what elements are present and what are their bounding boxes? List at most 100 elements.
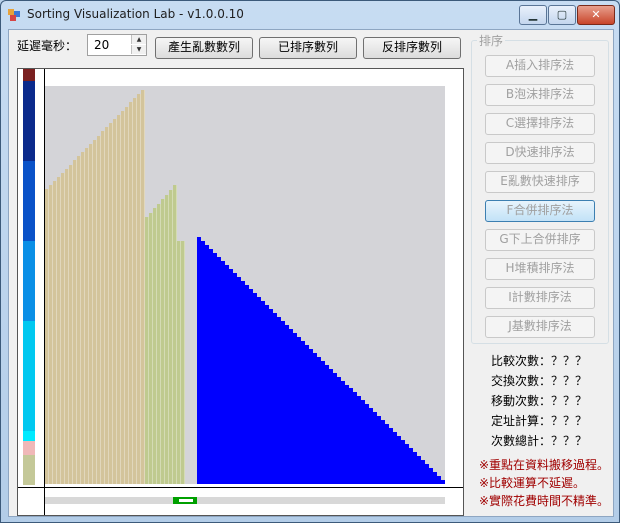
bar-separator (92, 144, 93, 484)
bar-separator (80, 156, 81, 484)
bar (261, 301, 265, 484)
bar (425, 464, 429, 484)
sort-button-2[interactable]: B泡沫排序法 (485, 84, 595, 106)
bar-separator (180, 241, 181, 484)
bar (433, 472, 437, 484)
bar (329, 369, 333, 484)
bar (265, 305, 269, 484)
bar-separator (140, 94, 141, 484)
sort-button-1[interactable]: A插入排序法 (485, 55, 595, 77)
sort-button-3[interactable]: C選擇排序法 (485, 113, 595, 135)
minimize-button[interactable]: ▁ (519, 5, 547, 25)
bar-separator (76, 160, 77, 484)
title-bar: Sorting Visualization Lab - v1.0.0.10 ▁ … (1, 1, 619, 29)
bar (213, 253, 217, 484)
sort-button-7[interactable]: G下上合併排序 (485, 229, 595, 251)
reversed-array-button[interactable]: 反排序數列 (363, 37, 461, 59)
sort-button-9[interactable]: I計數排序法 (485, 287, 595, 309)
bar (229, 269, 233, 484)
stat-swaps: 交換次數：？？？ (491, 374, 588, 388)
spin-down-icon[interactable]: ▼ (131, 45, 146, 54)
window-title: Sorting Visualization Lab - v1.0.0.10 (27, 7, 244, 21)
bar (361, 400, 365, 484)
color-scale-band (23, 431, 35, 441)
sorted-array-button[interactable]: 已排序數列 (259, 37, 357, 59)
bar (245, 285, 249, 484)
bar (385, 424, 389, 484)
close-button[interactable]: ✕ (577, 5, 615, 25)
bar (409, 448, 413, 484)
random-array-button[interactable]: 產生亂數數列 (155, 37, 253, 59)
bar (301, 341, 305, 484)
bar (237, 277, 241, 484)
bar (413, 452, 417, 484)
bar-separator (168, 195, 169, 484)
bar (249, 289, 253, 484)
bar-separator (68, 169, 69, 484)
delay-value[interactable]: 20 (94, 38, 109, 52)
bar (421, 460, 425, 484)
bar (221, 261, 225, 484)
bar-separator (164, 199, 165, 484)
bar (341, 381, 345, 484)
bar-separator (172, 190, 173, 484)
bar (397, 436, 401, 484)
bar (305, 345, 309, 484)
bar-separator (152, 213, 153, 484)
bar (365, 404, 369, 484)
progress-track (45, 497, 445, 504)
main-window: Sorting Visualization Lab - v1.0.0.10 ▁ … (0, 0, 620, 523)
bar (289, 329, 293, 484)
bar (353, 392, 357, 484)
color-scale-band (23, 69, 35, 81)
color-scale-band (23, 455, 35, 485)
bar-separator (48, 189, 49, 484)
bar (333, 373, 337, 484)
bar-separator (120, 115, 121, 484)
sort-button-4[interactable]: D快速排序法 (485, 142, 595, 164)
color-scale-band (23, 241, 35, 321)
bar-separator (160, 204, 161, 484)
delay-label: 延遲毫秒： (17, 39, 78, 53)
bar (201, 241, 205, 484)
bar-separator (156, 208, 157, 484)
bar (417, 456, 421, 484)
bar (389, 428, 393, 484)
bar (437, 476, 441, 484)
app-icon (8, 9, 20, 21)
bar-separator (56, 181, 57, 484)
bar (297, 337, 301, 484)
bar (325, 365, 329, 484)
note-no-delay: ※比較運算不延遲。 (479, 476, 586, 490)
bar-separator (148, 217, 149, 484)
bar (313, 353, 317, 484)
bar (273, 313, 277, 484)
bar-separator (100, 136, 101, 484)
delay-spinner[interactable]: 20 ▲ ▼ (87, 34, 147, 56)
sort-button-6[interactable]: F合併排序法 (485, 200, 595, 222)
bar (281, 321, 285, 484)
progress-gap (179, 499, 193, 502)
bar (205, 245, 209, 484)
bar-separator (112, 123, 113, 484)
color-scale-band (23, 161, 35, 241)
bar-separator (108, 127, 109, 484)
bar-separator (52, 185, 53, 484)
bar (293, 333, 297, 484)
color-scale-band (23, 321, 35, 431)
sort-button-10[interactable]: J基數排序法 (485, 316, 595, 338)
bar-separator (64, 173, 65, 484)
bar (277, 317, 281, 484)
spin-up-icon[interactable]: ▲ (131, 35, 146, 44)
client-area: 延遲毫秒： 20 ▲ ▼ 產生亂數數列 已排序數列 反排序數列 排序 A插入排序… (8, 29, 614, 517)
bar (401, 440, 405, 484)
bar (225, 265, 229, 484)
bar (357, 396, 361, 484)
bar (257, 297, 261, 484)
bar-separator (60, 177, 61, 484)
bar (405, 444, 409, 484)
bar (317, 357, 321, 484)
sort-button-8[interactable]: H堆積排序法 (485, 258, 595, 280)
maximize-button[interactable]: ▢ (548, 5, 576, 25)
sort-button-5[interactable]: E亂數快速排序 (485, 171, 595, 193)
